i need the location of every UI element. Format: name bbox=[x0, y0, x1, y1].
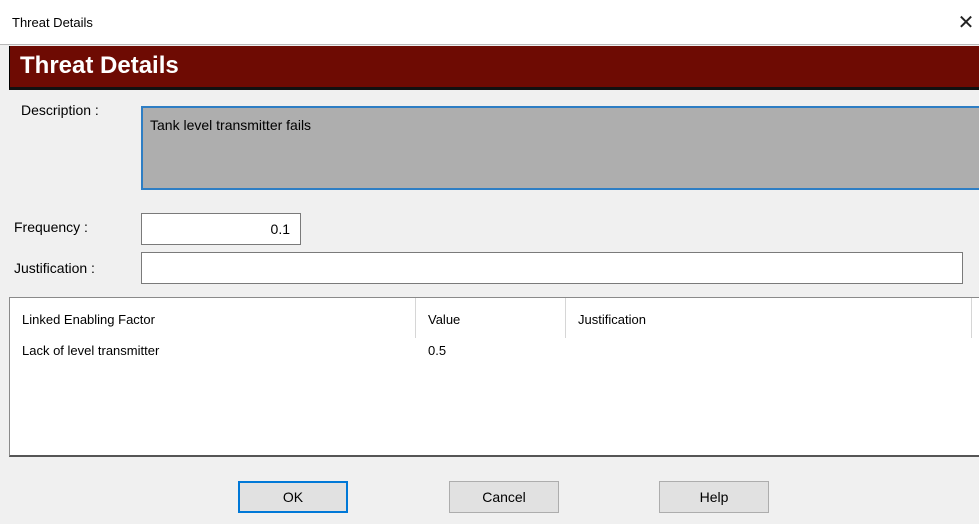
close-icon[interactable]: ✕ bbox=[953, 11, 979, 35]
justification-label: Justification : bbox=[14, 260, 95, 276]
column-header-justification[interactable]: Justification bbox=[566, 298, 972, 338]
title-bar: Threat Details ✕ bbox=[0, 0, 979, 45]
linked-factors-table[interactable]: Linked Enabling Factor Value Justificati… bbox=[9, 297, 979, 457]
description-label: Description : bbox=[21, 102, 99, 118]
window-title: Threat Details bbox=[12, 15, 93, 30]
help-button[interactable]: Help bbox=[659, 481, 769, 513]
description-value: Tank level transmitter fails bbox=[150, 117, 312, 133]
left-border bbox=[0, 90, 9, 524]
ok-button[interactable]: OK bbox=[238, 481, 348, 513]
frequency-label: Frequency : bbox=[14, 219, 88, 235]
row-factor-cell: Lack of level transmitter bbox=[22, 343, 160, 358]
description-field[interactable]: Tank level transmitter fails bbox=[141, 106, 979, 190]
row-value-cell: 0.5 bbox=[428, 343, 447, 358]
column-header-value[interactable]: Value bbox=[416, 298, 566, 338]
cancel-button[interactable]: Cancel bbox=[449, 481, 559, 513]
header-banner: Threat Details bbox=[9, 46, 979, 90]
frequency-field[interactable]: 0.1 bbox=[141, 213, 301, 245]
frequency-value: 0.1 bbox=[270, 221, 290, 237]
column-header-factor[interactable]: Linked Enabling Factor bbox=[10, 298, 416, 338]
page-title: Threat Details bbox=[20, 52, 179, 79]
justification-field[interactable] bbox=[141, 252, 963, 284]
